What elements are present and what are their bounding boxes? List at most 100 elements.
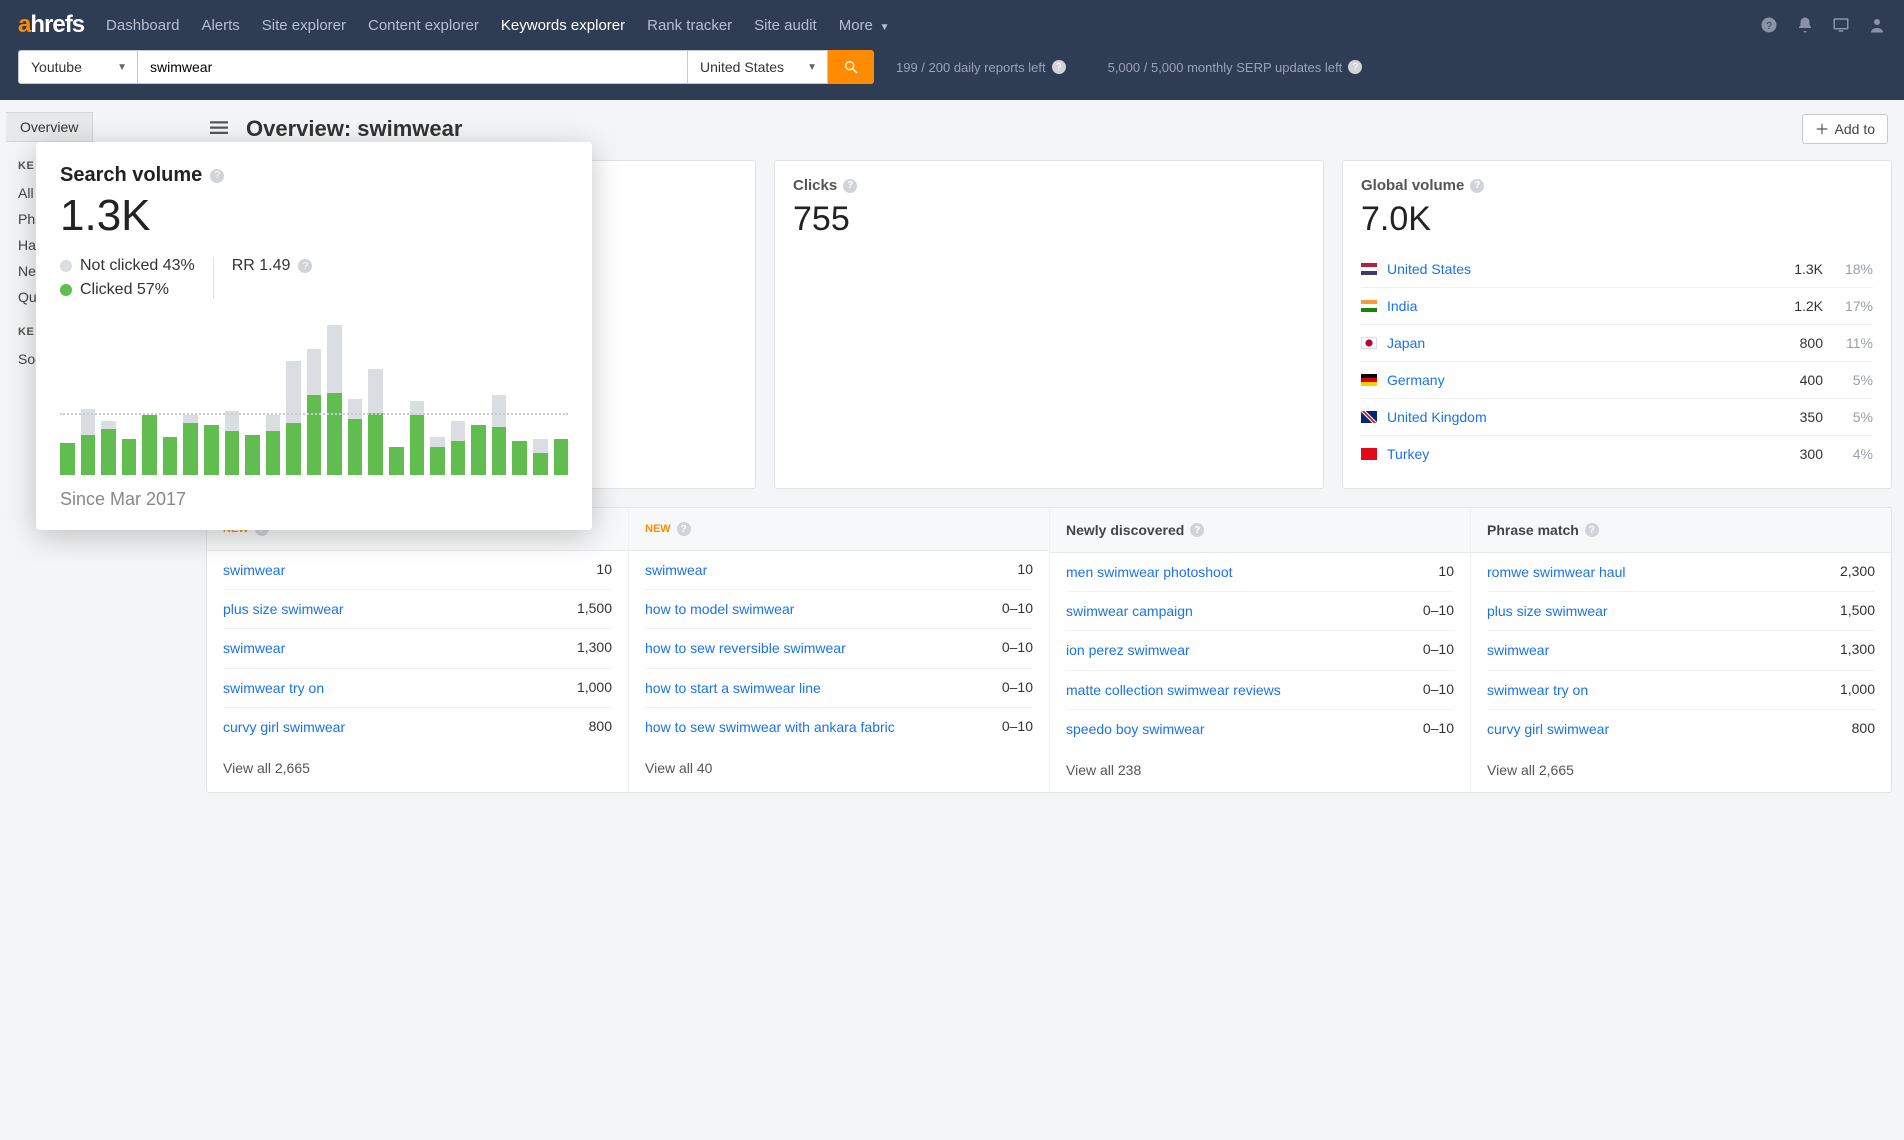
keyword-link[interactable]: romwe swimwear haul bbox=[1487, 563, 1625, 581]
help-dot-icon[interactable]: ? bbox=[1348, 60, 1362, 74]
keyword-row: how to start a swimwear line0–10 bbox=[645, 669, 1033, 708]
search-volume-popup: Search volume ? 1.3K Not clicked 43% Cli… bbox=[36, 142, 592, 530]
gv-country[interactable]: Turkey bbox=[1387, 446, 1761, 462]
keyword-link[interactable]: swimwear bbox=[223, 561, 285, 579]
view-all-link[interactable]: View all 2,665 bbox=[207, 746, 628, 790]
engine-dropdown[interactable]: Youtube ▼ bbox=[18, 50, 138, 84]
gv-country[interactable]: Germany bbox=[1387, 372, 1761, 388]
keyword-link[interactable]: curvy girl swimwear bbox=[223, 718, 345, 736]
keyword-row: swimwear10 bbox=[223, 551, 612, 590]
view-all-link[interactable]: View all 40 bbox=[629, 746, 1049, 790]
keyword-link[interactable]: how to sew reversible swimwear bbox=[645, 639, 846, 657]
svg-text:?: ? bbox=[1766, 20, 1772, 32]
flag-icon bbox=[1361, 411, 1377, 423]
help-dot-icon[interactable]: ? bbox=[843, 179, 857, 193]
keyword-row: men swimwear photoshoot 10 bbox=[1066, 553, 1454, 592]
keyword-link[interactable]: swimwear try on bbox=[1487, 681, 1588, 699]
nav-link-content-explorer[interactable]: Content explorer bbox=[368, 17, 479, 34]
keyword-link[interactable]: plus size swimwear bbox=[223, 600, 344, 618]
keyword-link[interactable]: swimwear bbox=[645, 561, 707, 579]
keyword-link[interactable]: speedo boy swimwear bbox=[1066, 720, 1205, 738]
nav-link-site-explorer[interactable]: Site explorer bbox=[262, 17, 346, 34]
country-dropdown[interactable]: United States ▼ bbox=[688, 50, 828, 84]
sv-value: 1.3K bbox=[60, 191, 568, 241]
nav-link-more[interactable]: More ▼ bbox=[839, 17, 890, 34]
caret-down-icon: ▼ bbox=[877, 22, 890, 33]
gv-country[interactable]: United Kingdom bbox=[1387, 409, 1761, 425]
keyword-link[interactable]: ion perez swimwear bbox=[1066, 641, 1190, 659]
help-dot-icon[interactable]: ? bbox=[1052, 60, 1066, 74]
bell-icon[interactable] bbox=[1796, 16, 1814, 34]
keyword-link[interactable]: swimwear try on bbox=[223, 679, 324, 697]
keyword-value: 0–10 bbox=[1002, 600, 1033, 616]
gv-volume: 350 bbox=[1771, 409, 1823, 425]
user-icon[interactable] bbox=[1868, 16, 1886, 34]
plus-icon bbox=[1815, 122, 1829, 136]
gv-country[interactable]: Japan bbox=[1387, 335, 1761, 351]
search-button[interactable] bbox=[828, 50, 874, 84]
chart-bar bbox=[327, 325, 342, 475]
keyword-value: 800 bbox=[589, 718, 612, 734]
help-dot-icon[interactable]: ? bbox=[1470, 179, 1484, 193]
nav-link-rank-tracker[interactable]: Rank tracker bbox=[647, 17, 732, 34]
keyword-value: 1,300 bbox=[1840, 641, 1875, 657]
nav-link-site-audit[interactable]: Site audit bbox=[754, 17, 817, 34]
gv-country[interactable]: India bbox=[1387, 298, 1761, 314]
chart-bar bbox=[101, 421, 116, 475]
sv-rr: RR 1.49 bbox=[232, 257, 291, 275]
chart-bar bbox=[348, 399, 363, 475]
view-all-link[interactable]: View all 2,665 bbox=[1471, 748, 1891, 792]
flag-icon bbox=[1361, 374, 1377, 386]
keyword-row: swimwear try on1,000 bbox=[1487, 671, 1875, 710]
help-dot-icon[interactable]: ? bbox=[298, 259, 312, 273]
nav-link-keywords-explorer[interactable]: Keywords explorer bbox=[501, 17, 625, 34]
add-to-button[interactable]: Add to bbox=[1802, 114, 1888, 144]
keyword-link[interactable]: how to model swimwear bbox=[645, 600, 794, 618]
keyword-link[interactable]: men swimwear photoshoot bbox=[1066, 563, 1233, 581]
help-dot-icon[interactable]: ? bbox=[1190, 523, 1204, 537]
keyword-value: 800 bbox=[1852, 720, 1875, 736]
hamburger-icon[interactable] bbox=[210, 121, 228, 138]
keyword-link[interactable]: swimwear bbox=[1487, 641, 1549, 659]
sidebar-overview-tab[interactable]: Overview bbox=[6, 112, 93, 142]
keyword-link[interactable]: matte collection swimwear reviews bbox=[1066, 681, 1281, 699]
keyword-value: 0–10 bbox=[1002, 718, 1033, 734]
keyword-link[interactable]: curvy girl swimwear bbox=[1487, 720, 1609, 738]
keyword-value: 10 bbox=[1438, 563, 1454, 579]
keyword-link[interactable]: swimwear campaign bbox=[1066, 602, 1193, 620]
gv-volume: 800 bbox=[1771, 335, 1823, 351]
sv-clicked: Clicked 57% bbox=[80, 281, 169, 298]
sv-since: Since Mar 2017 bbox=[60, 489, 568, 510]
nav-link-dashboard[interactable]: Dashboard bbox=[106, 17, 179, 34]
help-dot-icon[interactable]: ? bbox=[1585, 523, 1599, 537]
keyword-ideas-table: NEW?swimwear10plus size swimwear1,500swi… bbox=[206, 507, 1892, 793]
help-icon[interactable]: ? bbox=[1760, 16, 1778, 34]
screen-icon[interactable] bbox=[1832, 16, 1850, 34]
global-value: 7.0K bbox=[1361, 200, 1873, 239]
search-toolbar: Youtube ▼ United States ▼ 199 / 200 dail… bbox=[0, 50, 1904, 100]
logo[interactable]: ahrefs bbox=[18, 11, 84, 39]
keyword-input[interactable] bbox=[138, 50, 688, 84]
keyword-row: swimwear campaign0–10 bbox=[1066, 592, 1454, 631]
ideas-column-header: Newly discovered? bbox=[1050, 508, 1470, 553]
keyword-value: 0–10 bbox=[1423, 720, 1454, 736]
keyword-value: 10 bbox=[1017, 561, 1033, 577]
keyword-link[interactable]: how to start a swimwear line bbox=[645, 679, 821, 697]
quota-monthly: 5,000 / 5,000 monthly SERP updates left … bbox=[1108, 60, 1363, 75]
page-title: Overview: swimwear bbox=[246, 116, 462, 142]
keyword-link[interactable]: plus size swimwear bbox=[1487, 602, 1608, 620]
keyword-link[interactable]: swimwear bbox=[223, 639, 285, 657]
gv-percent: 5% bbox=[1833, 372, 1873, 388]
ideas-column: Newly discovered?men swimwear photoshoot… bbox=[1049, 508, 1470, 792]
keyword-link[interactable]: how to sew swimwear with ankara fabric bbox=[645, 718, 895, 736]
global-volume-row: Germany4005% bbox=[1361, 361, 1873, 398]
chart-bar bbox=[451, 421, 466, 475]
engine-value: Youtube bbox=[31, 59, 82, 75]
help-dot-icon[interactable]: ? bbox=[210, 169, 224, 183]
gv-country[interactable]: United States bbox=[1387, 261, 1761, 277]
help-dot-icon[interactable]: ? bbox=[677, 522, 691, 536]
card-clicks: Clicks ? 755 bbox=[774, 160, 1324, 489]
clicks-label: Clicks bbox=[793, 177, 837, 194]
nav-link-alerts[interactable]: Alerts bbox=[201, 17, 239, 34]
view-all-link[interactable]: View all 238 bbox=[1050, 748, 1470, 792]
